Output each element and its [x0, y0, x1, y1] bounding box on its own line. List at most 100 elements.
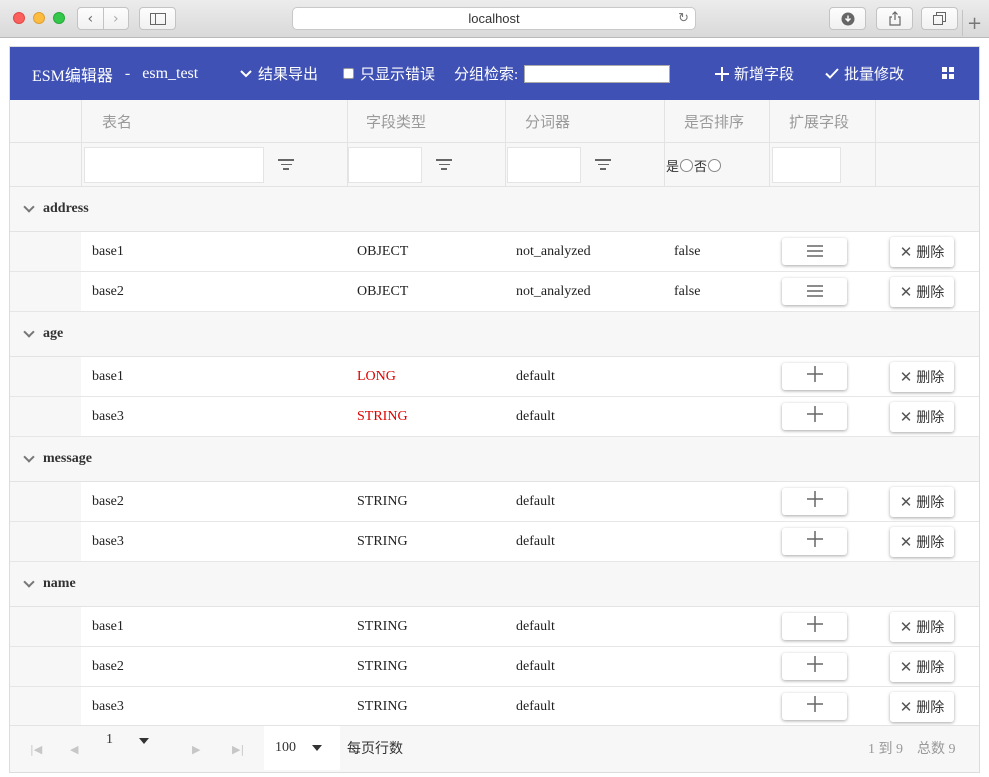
cell-analyzer[interactable]: default	[516, 522, 555, 561]
cell-type[interactable]: STRING	[357, 647, 408, 686]
cell-type[interactable]: OBJECT	[357, 272, 408, 311]
delete-button[interactable]: ✕ 删除	[890, 277, 954, 307]
delete-button[interactable]: ✕ 删除	[890, 487, 954, 517]
only-errors-toggle[interactable]: 只显示错误	[343, 47, 435, 100]
group-name: address	[43, 201, 89, 216]
cell-table[interactable]: base3	[92, 687, 124, 725]
column-header-sortable[interactable]: 是否排序	[684, 100, 744, 143]
cell-analyzer[interactable]: not_analyzed	[516, 272, 591, 311]
sortable-yes-radio[interactable]	[680, 158, 694, 172]
cell-type[interactable]: STRING	[357, 397, 408, 436]
group-row[interactable]: message	[10, 437, 979, 482]
delete-button[interactable]: ✕ 删除	[890, 527, 954, 557]
cell-analyzer[interactable]: default	[516, 647, 555, 686]
column-header-extension[interactable]: 扩展字段	[789, 100, 849, 143]
sidebar-toggle-icon[interactable]	[139, 7, 176, 30]
sortable-no-radio[interactable]	[708, 158, 722, 172]
group-row[interactable]: name	[10, 562, 979, 607]
cell-analyzer[interactable]: not_analyzed	[516, 232, 591, 271]
chevron-down-icon[interactable]	[23, 201, 35, 213]
cell-type[interactable]: LONG	[357, 357, 396, 396]
last-page-icon[interactable]: ▶|	[232, 726, 244, 773]
cell-sortable[interactable]: false	[674, 272, 700, 311]
column-header-analyzer[interactable]: 分词器	[525, 100, 570, 143]
extension-button[interactable]	[782, 278, 847, 305]
cell-type[interactable]: OBJECT	[357, 232, 408, 271]
extension-filter-input[interactable]	[772, 147, 841, 183]
extension-button[interactable]	[782, 403, 847, 430]
cell-table[interactable]: base2	[92, 647, 124, 686]
column-header-table[interactable]: 表名	[102, 100, 132, 143]
window-maximize-button[interactable]	[53, 12, 65, 24]
extension-button[interactable]	[782, 613, 847, 640]
delete-label: 删除	[916, 701, 945, 716]
tabs-overview-icon[interactable]	[921, 7, 958, 30]
extension-button[interactable]	[782, 693, 847, 720]
cell-table[interactable]: base1	[92, 607, 124, 646]
forward-icon[interactable]: ›	[102, 8, 129, 29]
delete-button[interactable]: ✕ 删除	[890, 692, 954, 722]
only-errors-checkbox[interactable]	[343, 68, 354, 79]
extension-button[interactable]	[782, 653, 847, 680]
back-icon[interactable]: ‹	[78, 8, 103, 29]
window-minimize-button[interactable]	[33, 12, 45, 24]
cell-analyzer[interactable]: default	[516, 607, 555, 646]
type-filter-input[interactable]	[348, 147, 422, 183]
delete-label: 删除	[916, 496, 945, 511]
page-size-select[interactable]: 100	[264, 726, 340, 770]
previous-page-icon[interactable]: ◀	[70, 726, 78, 773]
cell-analyzer[interactable]: default	[516, 357, 555, 396]
cell-table[interactable]: base2	[92, 482, 124, 521]
download-icon[interactable]	[829, 7, 866, 30]
delete-button[interactable]: ✕ 删除	[890, 612, 954, 642]
address-bar[interactable]: localhost ↻	[292, 7, 696, 30]
filter-icon[interactable]	[436, 159, 452, 173]
extension-button[interactable]	[782, 488, 847, 515]
cell-table[interactable]: base3	[92, 522, 124, 561]
table-filter-input[interactable]	[84, 147, 264, 183]
cell-table[interactable]: base3	[92, 397, 124, 436]
add-field-label: 新增字段	[734, 67, 795, 83]
page-select[interactable]: 1	[106, 730, 166, 756]
reload-icon[interactable]: ↻	[678, 11, 689, 26]
cell-sortable[interactable]: false	[674, 232, 700, 271]
column-header-type[interactable]: 字段类型	[366, 100, 426, 143]
chevron-down-icon[interactable]	[23, 451, 35, 463]
extension-button[interactable]	[782, 238, 847, 265]
cell-type[interactable]: STRING	[357, 482, 408, 521]
chevron-down-icon[interactable]	[23, 326, 35, 338]
extension-button[interactable]	[782, 528, 847, 555]
group-row[interactable]: address	[10, 187, 979, 232]
chevron-down-icon[interactable]	[23, 576, 35, 588]
grid-menu-icon[interactable]	[942, 67, 954, 79]
cell-analyzer[interactable]: default	[516, 687, 555, 725]
cell-analyzer[interactable]: default	[516, 482, 555, 521]
cell-table[interactable]: base2	[92, 272, 124, 311]
new-tab-icon[interactable]: +	[962, 10, 986, 36]
cell-type[interactable]: STRING	[357, 607, 408, 646]
cell-type[interactable]: STRING	[357, 687, 408, 725]
batch-edit-button[interactable]: 批量修改	[825, 47, 904, 100]
extension-button[interactable]	[782, 363, 847, 390]
window-close-button[interactable]	[13, 12, 25, 24]
first-page-icon[interactable]: |◀	[30, 726, 42, 773]
current-page: 1	[106, 732, 113, 747]
export-button[interactable]: 结果导出	[240, 47, 318, 100]
delete-label: 删除	[916, 536, 945, 551]
filter-icon[interactable]	[595, 159, 611, 173]
add-field-button[interactable]: 新增字段	[715, 47, 794, 100]
delete-button[interactable]: ✕ 删除	[890, 362, 954, 392]
delete-button[interactable]: ✕ 删除	[890, 402, 954, 432]
cell-table[interactable]: base1	[92, 357, 124, 396]
cell-analyzer[interactable]: default	[516, 397, 555, 436]
share-icon[interactable]	[876, 7, 913, 30]
group-row[interactable]: age	[10, 312, 979, 357]
group-search-input[interactable]	[524, 64, 671, 83]
next-page-icon[interactable]: ▶	[192, 726, 200, 773]
cell-table[interactable]: base1	[92, 232, 124, 271]
delete-button[interactable]: ✕ 删除	[890, 237, 954, 267]
delete-button[interactable]: ✕ 删除	[890, 652, 954, 682]
filter-icon[interactable]	[278, 159, 294, 173]
analyzer-filter-input[interactable]	[507, 147, 581, 183]
cell-type[interactable]: STRING	[357, 522, 408, 561]
